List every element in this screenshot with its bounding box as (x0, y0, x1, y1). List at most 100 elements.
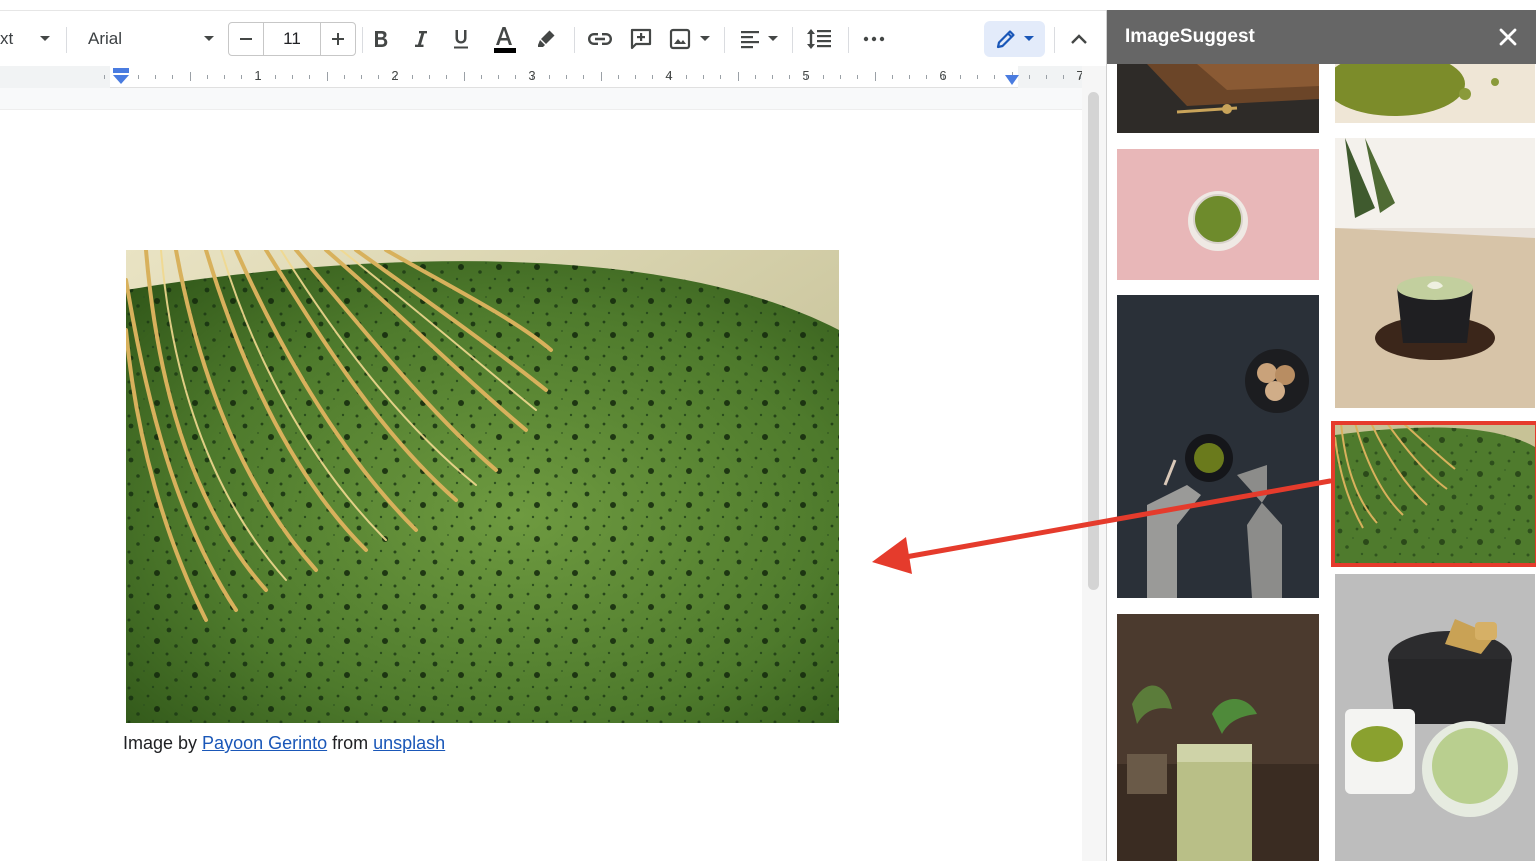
chevron-down-icon[interactable] (34, 11, 56, 67)
ruler-number: 6 (939, 68, 947, 83)
indent-marker-icon[interactable] (112, 67, 130, 85)
align-button[interactable] (736, 11, 764, 67)
ruler-tick (994, 75, 996, 79)
align-left-icon (741, 31, 759, 49)
image-result-latte-cup[interactable] (1335, 138, 1535, 408)
ruler-tick (1062, 75, 1064, 79)
chevron-down-icon[interactable] (764, 11, 782, 67)
editing-mode-button[interactable] (984, 21, 1045, 57)
ruler-tick (497, 75, 499, 79)
add-comment-icon (630, 28, 652, 50)
paragraph-style-select[interactable]: xt (0, 11, 22, 67)
ruler-tick (960, 75, 962, 79)
ruler-tick (429, 75, 431, 79)
toolbar-divider (724, 27, 725, 53)
image-caption: Image by Payoon Gerinto from unsplash (123, 733, 445, 754)
italic-button[interactable] (408, 11, 434, 67)
font-family-select[interactable]: Arial (80, 11, 190, 67)
ruler-tick (977, 75, 979, 79)
selected-image-highlight (1331, 421, 1536, 567)
ruler-tick (651, 75, 653, 79)
chevron-down-icon (1023, 36, 1034, 41)
ruler-tick (703, 75, 705, 79)
ruler-tick (189, 72, 191, 81)
ruler-tick (206, 75, 208, 79)
ruler-number: 1 (254, 68, 262, 83)
insert-link-button[interactable] (584, 11, 616, 67)
inserted-matcha-whisk-image[interactable] (126, 250, 839, 723)
ruler-tick (600, 72, 602, 81)
insert-image-icon (669, 28, 691, 50)
ruler-tick (617, 75, 619, 79)
minus-icon (240, 38, 252, 40)
close-icon (1499, 28, 1517, 46)
ruler-number: 3 (528, 68, 536, 83)
toolbar-divider (574, 27, 575, 53)
ruler[interactable]: 1 2 3 4 5 6 7 (0, 66, 1090, 88)
image-result-matcha-powder[interactable] (1335, 64, 1535, 123)
link-icon (588, 33, 612, 45)
ruler-tick (480, 75, 482, 79)
ruler-tick (686, 75, 688, 79)
underline-button[interactable] (448, 11, 474, 67)
ruler-tick (874, 72, 876, 81)
formatting-toolbar: xt Arial 11 (0, 10, 1106, 66)
image-result-matcha-jar[interactable] (1117, 614, 1319, 861)
ruler-tick (549, 75, 551, 79)
ruler-tick (172, 75, 174, 79)
document-scrollbar-thumb[interactable] (1088, 92, 1099, 590)
image-result-dark-table[interactable] (1117, 295, 1319, 598)
font-size-input[interactable]: 11 (264, 22, 320, 56)
ruler-tick (343, 75, 345, 79)
ruler-margin-left (0, 66, 110, 88)
source-link[interactable]: unsplash (373, 733, 445, 753)
ruler-tick (583, 75, 585, 79)
ruler-tick (446, 75, 448, 79)
ruler-tick (788, 75, 790, 79)
paragraph-style-label: xt (0, 29, 14, 48)
image-result-pink-bowl[interactable] (1117, 149, 1319, 280)
increase-font-size-button[interactable] (320, 22, 356, 56)
chevron-down-icon[interactable] (696, 11, 714, 67)
highlight-color-button[interactable] (532, 11, 560, 67)
caption-middle: from (327, 733, 374, 753)
line-spacing-button[interactable] (802, 11, 836, 67)
ruler-tick (360, 75, 362, 79)
insert-image-button[interactable] (666, 11, 694, 67)
ruler-tick (514, 75, 516, 79)
pencil-icon (996, 30, 1015, 49)
ruler-tick (840, 75, 842, 79)
add-comment-button[interactable] (626, 11, 656, 67)
line-spacing-icon (807, 29, 831, 49)
author-link[interactable]: Payoon Gerinto (202, 733, 327, 753)
image-result-whisk-bowls[interactable] (1335, 574, 1535, 861)
caption-prefix: Image by (123, 733, 203, 753)
ruler-tick (377, 75, 379, 79)
image-result-cutting-board[interactable] (1117, 64, 1319, 133)
ruler-tick (292, 75, 294, 79)
panel-title: ImageSuggest (1125, 26, 1255, 47)
underline-icon (454, 30, 468, 49)
ruler-tick (634, 75, 636, 79)
bold-button[interactable] (368, 11, 394, 67)
decrease-font-size-button[interactable] (228, 22, 264, 56)
ruler-tick (155, 75, 157, 79)
chevron-up-icon (1071, 34, 1087, 44)
ruler-tick (1028, 75, 1030, 79)
more-icon (863, 36, 885, 42)
bold-icon (375, 31, 388, 47)
ruler-tick (240, 75, 242, 79)
ruler-tick (326, 72, 328, 81)
ruler-tick (309, 75, 311, 79)
collapse-menus-button[interactable] (1064, 11, 1094, 67)
right-indent-marker-icon[interactable] (1004, 74, 1020, 86)
close-panel-button[interactable] (1493, 22, 1523, 52)
more-options-button[interactable] (858, 11, 890, 67)
text-color-button[interactable] (486, 11, 522, 67)
font-family-label: Arial (88, 29, 123, 48)
chevron-down-icon[interactable] (198, 11, 220, 67)
app-window: xt Arial 11 1 2 3 4 5 6 7 Image by Payoo… (0, 0, 1536, 861)
highlight-icon (538, 30, 555, 47)
ruler-number: 4 (665, 68, 673, 83)
page-top-gap (0, 88, 1090, 110)
